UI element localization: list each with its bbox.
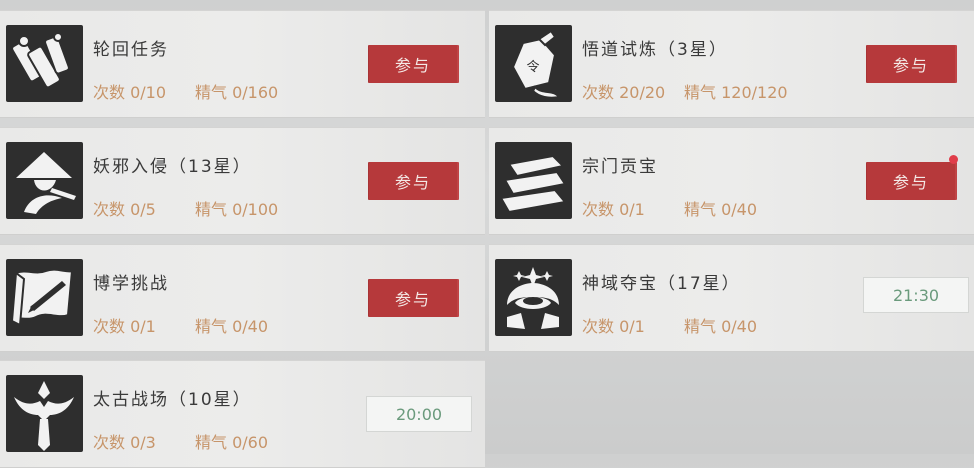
activity-card-wudao: 令 悟道试炼（3星） 次数 20/20 精气 120/120 参与	[489, 10, 974, 118]
activity-title: 太古战场（10星）	[93, 390, 252, 410]
count-stat: 次数 0/5	[93, 200, 156, 219]
activity-stats: 次数 0/10 精气 0/160	[93, 79, 278, 103]
count-stat: 次数 0/1	[582, 317, 645, 336]
energy-stat: 精气 0/60	[195, 433, 269, 452]
activity-stats: 次数 0/1 精气 0/40	[93, 313, 268, 337]
talisman-pouch-icon: 令	[495, 25, 572, 102]
count-stat: 次数 0/3	[93, 433, 156, 452]
activity-title: 神域夺宝（17星）	[582, 274, 741, 294]
join-button[interactable]: 参与	[867, 45, 955, 83]
energy-stat: 精气 0/160	[195, 83, 279, 102]
scroll-brush-icon	[6, 259, 83, 336]
activity-card-lunhui: 轮回任务 次数 0/10 精气 0/160 参与	[0, 10, 485, 118]
activity-stats: 次数 0/3 精气 0/60	[93, 429, 268, 453]
svg-text:令: 令	[526, 60, 539, 75]
count-stat: 次数 0/1	[93, 317, 156, 336]
energy-stat: 精气 0/40	[195, 317, 269, 336]
activity-stats: 次数 0/5 精气 0/100	[93, 196, 278, 220]
pillow-stack-icon	[495, 142, 572, 219]
activity-stats: 次数 20/20 精气 120/120	[582, 79, 788, 103]
scroll-bundle-icon	[6, 25, 83, 102]
count-stat: 次数 20/20	[582, 83, 666, 102]
activity-title: 妖邪入侵（13星）	[93, 157, 252, 177]
activity-card-boxue: 博学挑战 次数 0/1 精气 0/40 参与	[0, 244, 485, 352]
join-button[interactable]: 参与	[369, 45, 457, 83]
activity-card-zongmen: 宗门贡宝 次数 0/1 精气 0/40 参与	[489, 127, 974, 235]
energy-stat: 精气 0/40	[684, 200, 758, 219]
join-button[interactable]: 参与	[867, 162, 955, 200]
activity-card-taigu: 太古战场（10星） 次数 0/3 精气 0/60 20:00	[0, 360, 485, 468]
notification-dot	[949, 155, 958, 164]
activity-title: 轮回任务	[93, 40, 169, 60]
activity-stats: 次数 0/1 精气 0/40	[582, 313, 757, 337]
activity-card-shenyu: 神域夺宝（17星） 次数 0/1 精气 0/40 21:30	[489, 244, 974, 352]
straw-hat-warrior-icon	[6, 142, 83, 219]
join-button[interactable]: 参与	[369, 162, 457, 200]
energy-stat: 精气 0/40	[684, 317, 758, 336]
winged-sword-icon	[6, 375, 83, 452]
open-time: 20:00	[366, 396, 472, 432]
energy-stat: 精气 120/120	[684, 83, 788, 102]
activity-title: 宗门贡宝	[582, 157, 658, 177]
treasure-ingot-icon	[495, 259, 572, 336]
activity-title: 悟道试炼（3星）	[582, 40, 728, 60]
count-stat: 次数 0/1	[582, 200, 645, 219]
join-button[interactable]: 参与	[369, 279, 457, 317]
activity-title: 博学挑战	[93, 274, 169, 294]
count-stat: 次数 0/10	[93, 83, 167, 102]
open-time: 21:30	[863, 277, 969, 313]
energy-stat: 精气 0/100	[195, 200, 279, 219]
activity-stats: 次数 0/1 精气 0/40	[582, 196, 757, 220]
activity-card-yaoxie: 妖邪入侵（13星） 次数 0/5 精气 0/100 参与	[0, 127, 485, 235]
